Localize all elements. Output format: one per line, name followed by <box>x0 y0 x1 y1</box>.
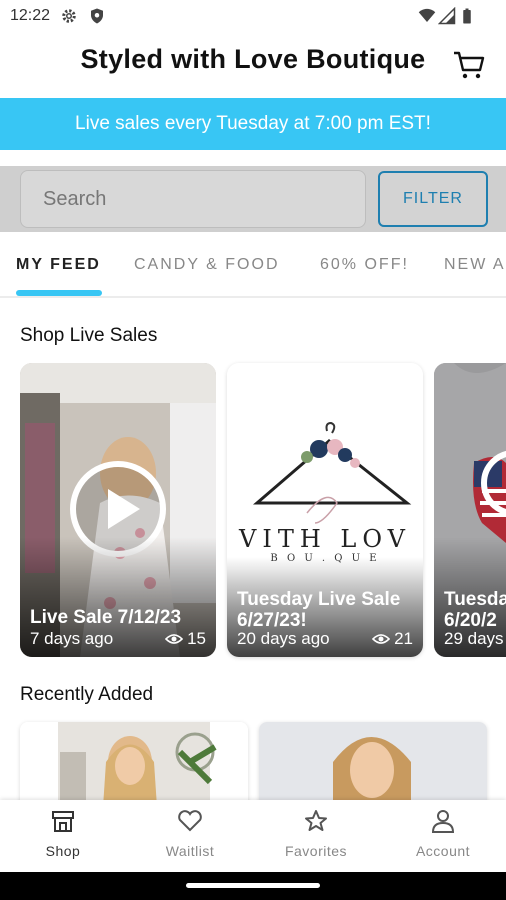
nav-shop-label: Shop <box>45 843 81 859</box>
star-icon <box>305 810 327 831</box>
card-age: 7 days ago <box>30 629 114 648</box>
bottom-nav: Shop Waitlist Favorites Account <box>0 800 506 872</box>
status-time: 12:22 <box>10 7 51 24</box>
card-views: 15 <box>165 629 206 649</box>
nav-favorites-label: Favorites <box>284 843 348 859</box>
announcement-banner: Live sales every Tuesday at 7:00 pm EST! <box>0 98 506 150</box>
category-tabs: MY FEED CANDY & FOOD 60% OFF! NEW A <box>0 236 506 296</box>
recently-added-heading: Recently Added <box>20 684 154 705</box>
tab-divider <box>0 296 506 298</box>
nav-favorites[interactable]: Favorites <box>261 808 371 859</box>
view-count: 15 <box>187 629 206 648</box>
tab-new-arrivals[interactable]: NEW A <box>444 256 506 274</box>
card-title: Live Sale 7/12/23 <box>30 607 182 628</box>
card-views: 21 <box>372 629 413 649</box>
logo-wordmark: VITH LOV <box>239 525 411 553</box>
search-placeholder: Search <box>43 187 107 210</box>
card-age: 20 days ago <box>237 629 330 648</box>
nav-shop[interactable]: Shop <box>8 808 118 859</box>
app-title: Styled with Love Boutique <box>80 44 426 74</box>
banner-text: Live sales every Tuesday at 7:00 pm EST! <box>75 113 431 134</box>
nav-waitlist-label: Waitlist <box>165 843 215 859</box>
eye-icon <box>372 634 391 644</box>
tab-60-off[interactable]: 60% OFF! <box>320 256 409 274</box>
nav-waitlist[interactable]: Waitlist <box>135 808 245 859</box>
nav-account-label: Account <box>415 843 471 859</box>
live-sale-card[interactable]: Tuesda 6/20/2 29 days <box>434 363 506 657</box>
person-icon <box>431 810 455 833</box>
card-title: Tuesda 6/20/2 <box>444 589 506 631</box>
view-count: 21 <box>394 629 413 648</box>
tab-candy-food[interactable]: CANDY & FOOD <box>134 256 280 274</box>
tab-my-feed[interactable]: MY FEED <box>16 256 101 274</box>
nav-account[interactable]: Account <box>388 808 498 859</box>
shop-icon <box>52 811 74 832</box>
eye-icon <box>165 634 184 644</box>
card-age: 29 days <box>444 629 504 648</box>
live-sale-card[interactable]: Live Sale 7/12/23 7 days ago 15 <box>20 363 216 657</box>
live-sale-card[interactable]: VITH LOV B O U . Q U E Tuesday Live Sale… <box>227 363 423 657</box>
cart-icon[interactable] <box>452 50 486 80</box>
heart-icon <box>178 810 202 832</box>
home-gesture-handle[interactable] <box>186 883 320 888</box>
card-title: Tuesday Live Sale 6/27/23! <box>237 589 401 631</box>
signal-icon <box>438 7 456 25</box>
live-sales-heading: Shop Live Sales <box>20 325 158 346</box>
search-input[interactable]: Search <box>20 170 366 228</box>
gear-icon <box>62 9 76 23</box>
filter-button[interactable]: FILTER <box>378 171 488 227</box>
battery-icon <box>463 8 471 24</box>
wifi-icon <box>418 8 436 22</box>
shield-icon <box>91 8 103 24</box>
